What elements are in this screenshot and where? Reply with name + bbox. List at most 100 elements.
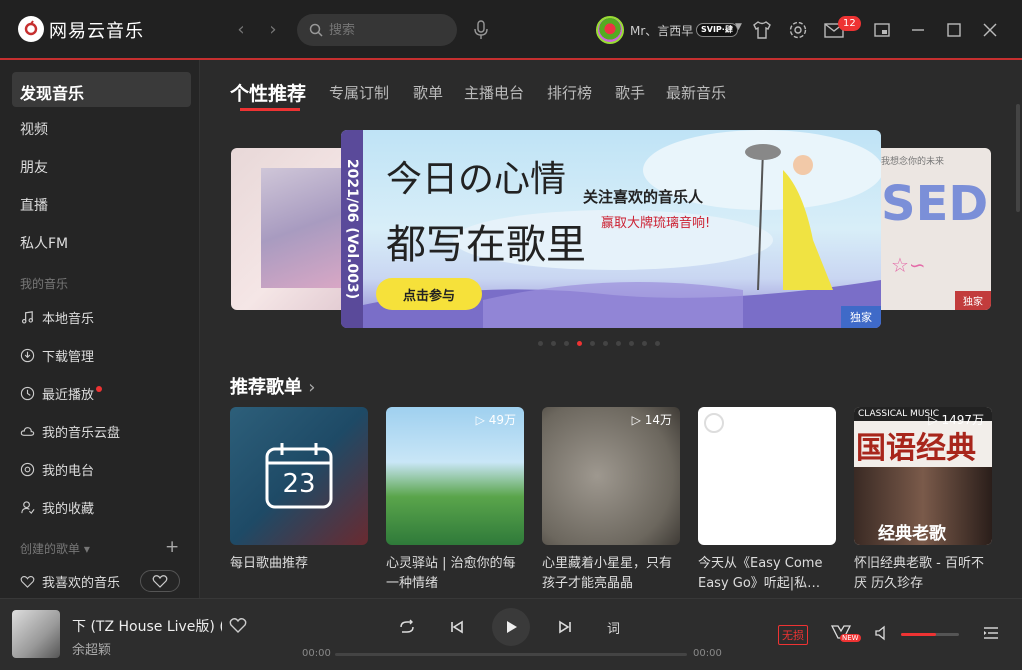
banner-dot[interactable] (642, 341, 647, 346)
title-bar: 网易云音乐 ‹ › Mr、言西早 SVIP·肆 ▼ 12 (0, 0, 1022, 60)
time-total: 00:00 (693, 648, 722, 659)
playlist-card-5[interactable]: CLASSICAL MUSIC ▷ 1497万 国语经典 经典老歌 (854, 407, 992, 545)
search-icon (309, 23, 323, 37)
banner-dot[interactable] (655, 341, 660, 346)
main-content: 个性推荐 专属订制 歌单 主播电台 排行榜 歌手 最新音乐 我想念你的未来 SE… (200, 60, 1022, 598)
tab-charts[interactable]: 排行榜 (547, 82, 592, 103)
sidebar-item-live[interactable]: 直播 (20, 195, 48, 215)
volume-slider[interactable] (901, 633, 959, 636)
tab-personal-recommend[interactable]: 个性推荐 (230, 79, 306, 106)
quality-lossless-badge[interactable]: 无损 (778, 625, 808, 645)
banner-dot[interactable] (616, 341, 621, 346)
banner-left-art (261, 168, 341, 288)
sidebar-item-label: 我的电台 (42, 464, 95, 479)
netease-logo-icon[interactable] (18, 16, 44, 42)
sidebar-item-collection[interactable]: 我的收藏 (20, 498, 94, 517)
search-box[interactable] (297, 14, 457, 46)
created-playlists-title[interactable]: 创建的歌单 ▾ (20, 540, 90, 557)
playlist-title[interactable]: 心灵驿站 | 治愈你的每一种情绪 (386, 554, 526, 594)
playlist-card-2[interactable]: ▷ 49万 (386, 407, 524, 545)
sidebar-item-local-music[interactable]: 本地音乐 (20, 308, 94, 327)
banner-dot-active[interactable] (577, 341, 582, 346)
netease-watermark-icon (704, 413, 724, 433)
recommended-playlists-title[interactable]: 推荐歌单 › (230, 373, 315, 399)
sidebar-item-recent[interactable]: 最近播放 (20, 384, 103, 403)
microphone-icon[interactable] (472, 20, 490, 40)
tab-exclusive[interactable]: 专属订制 (329, 82, 389, 103)
song-title[interactable]: 下 (TZ House Live版) (I (72, 616, 222, 636)
banner-dot[interactable] (590, 341, 595, 346)
back-arrow-icon[interactable]: ‹ (229, 18, 253, 42)
tab-playlists[interactable]: 歌单 (413, 82, 443, 103)
volume-icon[interactable] (874, 625, 892, 641)
sidebar-item-label: 下载管理 (42, 350, 95, 365)
active-tab-underline (240, 108, 300, 111)
playlist-title[interactable]: 今天从《Easy Come Easy Go》听起|私… (698, 554, 838, 594)
new-dot-badge (96, 385, 103, 392)
close-icon[interactable] (978, 18, 1002, 42)
banner-dot[interactable] (629, 341, 634, 346)
sidebar-item-cloud[interactable]: 我的音乐云盘 (20, 422, 120, 441)
sidebar-item-fm[interactable]: 私人FM (20, 233, 68, 253)
sidebar-item-discover[interactable]: 发现音乐 (20, 80, 84, 104)
tab-radio[interactable]: 主播电台 (464, 82, 524, 103)
chevron-down-icon[interactable]: ▼ (735, 22, 742, 32)
sidebar-item-downloads[interactable]: 下载管理 (20, 346, 94, 365)
progress-bar[interactable] (335, 653, 687, 656)
vip-badge[interactable]: SVIP·肆 (696, 23, 738, 37)
next-icon[interactable] (556, 618, 574, 636)
playlist-title[interactable]: 每日歌曲推荐 (230, 554, 370, 574)
banner-cta-button[interactable]: 点击参与 (376, 278, 482, 310)
chevron-right-icon: › (308, 377, 316, 398)
mini-mode-icon[interactable] (870, 18, 894, 42)
playlist-queue-icon[interactable] (982, 625, 1000, 641)
banner-dot[interactable] (551, 341, 556, 346)
settings-gear-icon[interactable] (786, 18, 810, 42)
artist-name[interactable]: 余超颖 (72, 639, 111, 658)
add-playlist-plus-icon[interactable]: + (165, 537, 179, 557)
playlist-title[interactable]: 怀旧经典老歌 - 百听不厌 历久珍存 (854, 554, 994, 594)
skin-shirt-icon[interactable] (750, 18, 774, 42)
sidebar-item-label: 我的音乐云盘 (42, 426, 121, 441)
sidebar-item-video[interactable]: 视频 (20, 119, 48, 139)
user-name[interactable]: Mr、言西早 (630, 22, 693, 39)
message-count-badge: 12 (838, 16, 861, 31)
banner-pagination[interactable] (538, 341, 660, 346)
previous-icon[interactable] (448, 618, 466, 636)
clock-icon (20, 386, 35, 401)
playlist-card-3[interactable]: ▷ 14万 (542, 407, 680, 545)
tab-new-music[interactable]: 最新音乐 (666, 82, 726, 103)
lyrics-button[interactable]: 词 (607, 618, 620, 637)
sidebar-item-label: 我的收藏 (42, 502, 95, 517)
time-current: 00:00 (302, 648, 331, 659)
app-title[interactable]: 网易云音乐 (49, 17, 144, 43)
banner-vol-strip: 2021/06 (Vol.003) (341, 130, 363, 328)
play-button[interactable] (492, 608, 530, 646)
like-heart-icon[interactable] (229, 617, 247, 633)
sidebar-item-liked-music[interactable]: 我喜欢的音乐 (20, 572, 120, 591)
tab-artists[interactable]: 歌手 (615, 82, 645, 103)
search-input[interactable] (329, 22, 439, 38)
sidebar-item-radio[interactable]: 我的电台 (20, 460, 94, 479)
user-avatar[interactable] (596, 16, 624, 44)
sidebar-item-friends[interactable]: 朋友 (20, 157, 48, 177)
album-cover[interactable] (12, 610, 60, 658)
forward-arrow-icon[interactable]: › (261, 18, 285, 42)
banner-main-slide[interactable]: 2021/06 (Vol.003) 今日の心情 都写在歌里 关注喜欢的音乐人 赢… (341, 130, 881, 328)
banner-right-text: 我想念你的未来 (881, 157, 945, 167)
banner-dot[interactable] (564, 341, 569, 346)
minimize-icon[interactable] (906, 18, 930, 42)
heartbeat-mode-button[interactable] (140, 570, 180, 592)
calendar-date: 23 (282, 469, 316, 499)
sidebar-item-label: 本地音乐 (42, 312, 95, 327)
scrollbar-thumb[interactable] (1016, 104, 1020, 212)
banner-dot[interactable] (603, 341, 608, 346)
playlist-title[interactable]: 心里藏着小星星，只有孩子才能亮晶晶 (542, 554, 682, 594)
playlist-card-daily[interactable]: 23 (230, 407, 368, 545)
banner-dot[interactable] (538, 341, 543, 346)
volume-level (901, 633, 936, 636)
player-bar: 下 (TZ House Live版) (I 余超颖 词 00:00 00:00 … (0, 598, 1022, 670)
playlist-card-4[interactable]: ▷ 698578万 (698, 407, 836, 545)
repeat-icon[interactable] (398, 618, 416, 636)
maximize-icon[interactable] (942, 18, 966, 42)
